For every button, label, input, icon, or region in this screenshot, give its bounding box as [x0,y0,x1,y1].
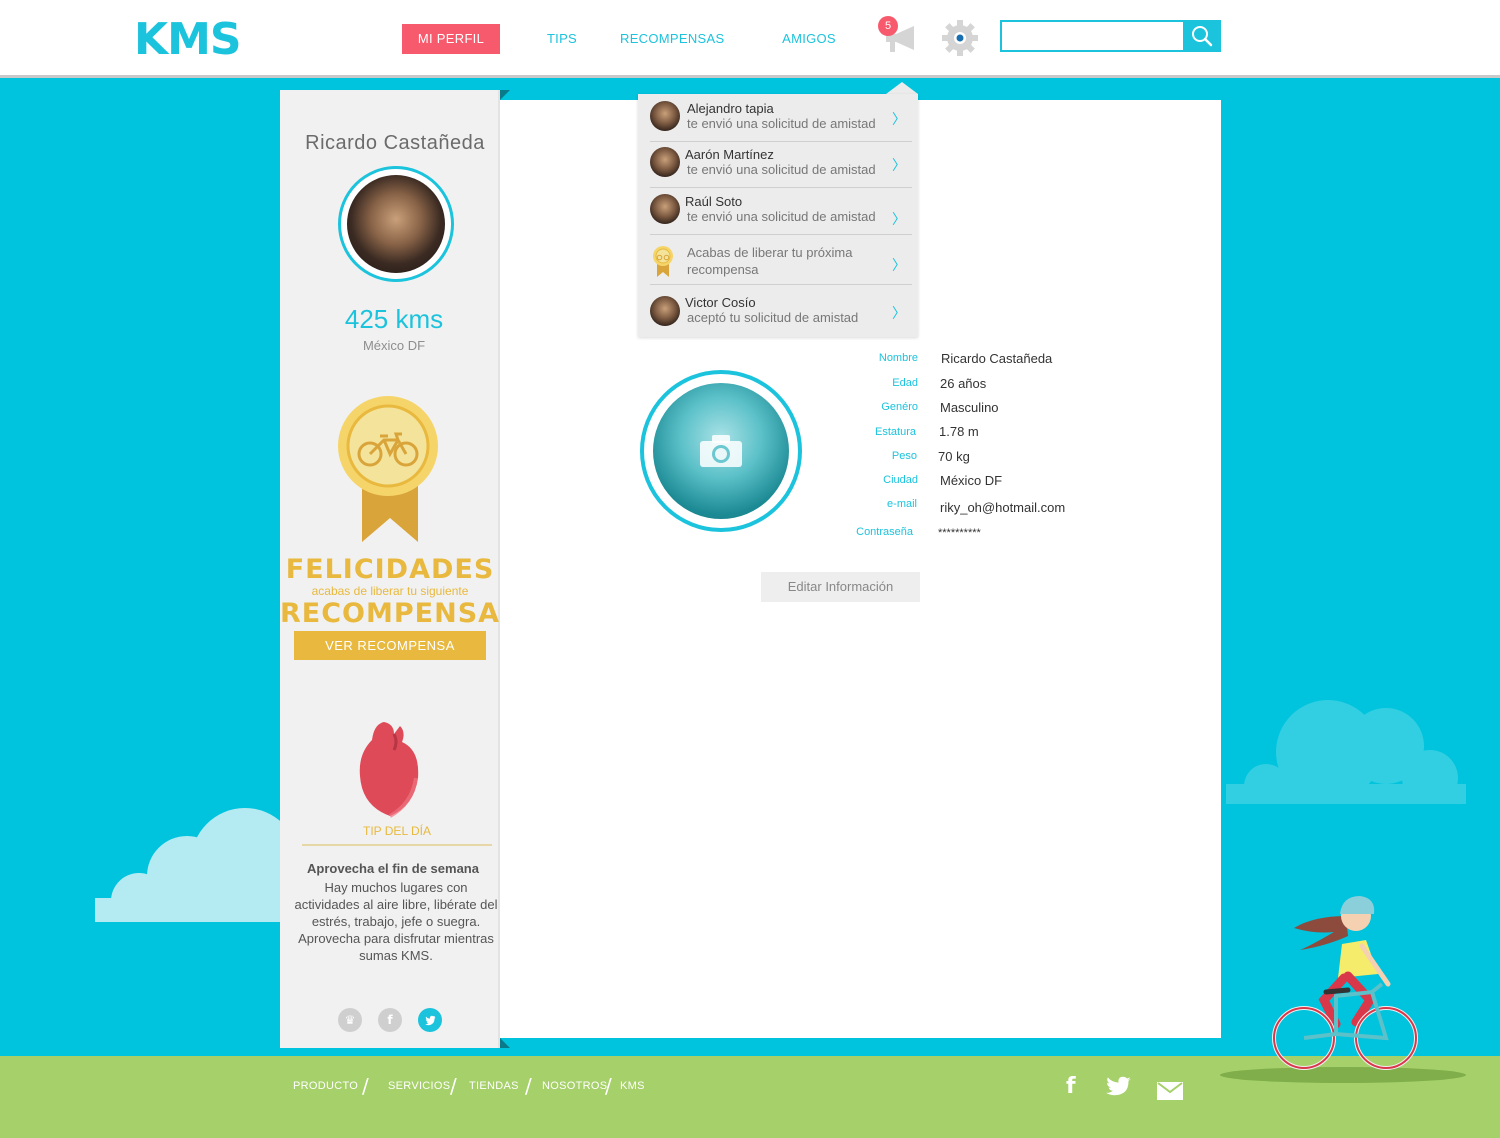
footer-link-nosotros[interactable]: NOSOTROS [542,1080,607,1092]
avatar[interactable] [347,175,445,273]
heart-icon [359,722,419,818]
label-ciudad: Ciudad [883,474,918,486]
notification-item[interactable]: Victor Cosío aceptó tu solicitud de amis… [650,288,912,336]
medal-icon [653,246,673,277]
top-header: KMS MI PERFIL TIPS RECOMPENSAS AMIGOS 5 [0,0,1500,78]
nav-tips[interactable]: TIPS [540,24,584,54]
value-ciudad: México DF [940,473,1003,488]
nav-amigos[interactable]: AMIGOS [778,24,840,54]
chevron-right-icon: 〉 [892,258,906,274]
kms-total: 425 kms [344,304,444,334]
camera-icon[interactable] [698,433,744,469]
reward-title: FELICIDADES [285,554,495,585]
label-genero: Genéro [881,401,918,413]
sidebar-fold-top [500,90,510,100]
notification-avatar [650,296,680,326]
chevron-right-icon: 〉 [892,212,906,228]
value-contrasena: ********** [938,527,981,539]
edit-info-button[interactable]: Editar Información [761,572,920,602]
notification-text: te envió una solicitud de amistad [687,209,876,224]
cloud-left [95,808,295,922]
notification-text: te envió una solicitud de amistad [687,162,876,177]
kms-logo[interactable]: KMS [134,14,242,65]
profile-photo[interactable] [653,383,789,519]
chevron-right-icon: 〉 [892,158,906,174]
profile-photo-ring [640,370,802,532]
label-nombre: Nombre [878,352,918,364]
mail-icon[interactable] [1157,1082,1183,1100]
cyclist-illustration [1272,896,1418,1070]
twitter-icon[interactable] [418,1008,442,1032]
footer-link-kms[interactable]: KMS [620,1080,645,1092]
label-contrasena: Contraseña [856,526,913,538]
label-email: e-mail [887,498,917,510]
footer-separator: / [450,1074,457,1098]
user-name: Ricardo Castañeda [305,132,485,154]
chevron-right-icon: 〉 [892,112,906,128]
ver-recompensa-button[interactable]: VER RECOMPENSA [294,631,486,660]
twitter-bird-icon [425,1015,436,1026]
value-peso: 70 kg [938,449,970,464]
notification-item[interactable]: Acabas de liberar tu próxima recompensa … [650,237,912,285]
crown-icon[interactable]: ♛ [338,1008,362,1032]
notification-name: Aarón Martínez [685,147,774,162]
facebook-icon[interactable]: f [1066,1074,1076,1099]
value-estatura: 1.78 m [939,424,979,439]
notification-avatar [650,147,680,177]
notification-name: Raúl Soto [685,194,743,209]
notification-text: te envió una solicitud de amistad [687,116,876,131]
notification-text: aceptó tu solicitud de amistad [687,310,859,325]
search-box [1000,20,1221,52]
value-genero: Masculino [940,400,999,415]
cloud-right [1226,700,1466,804]
avatar-ring [338,166,454,282]
search-icon [1192,26,1213,47]
footer-separator: / [605,1074,612,1098]
footer-separator: / [525,1074,532,1098]
reward-subtitle: acabas de liberar tu siguiente [311,584,469,598]
notification-avatar [650,194,680,224]
notification-name: Victor Cosío [685,295,756,310]
profile-sidebar: Ricardo Castañeda 425 kms México DF FELI… [280,90,500,1048]
medal-icon [338,396,438,542]
footer-link-producto[interactable]: PRODUCTO [293,1080,358,1092]
gear-icon[interactable] [940,18,980,58]
search-button[interactable] [1183,20,1221,52]
notification-count-badge: 5 [878,16,898,36]
notification-name: Alejandro tapia [687,101,774,116]
nav-mi-perfil[interactable]: MI PERFIL [402,24,500,54]
label-estatura: Estatura [875,426,916,438]
notification-avatar [650,101,680,131]
tip-label: TIP DEL DÍA [302,824,492,846]
value-email: riky_oh@hotmail.com [940,500,1066,515]
reward-title-2: RECOMPENSA [280,598,501,629]
value-nombre: Ricardo Castañeda [941,351,1053,366]
search-input[interactable] [1004,24,1182,48]
notifications-dropdown: Alejandro tapia te envió una solicitud d… [638,94,918,337]
notification-text: Acabas de liberar tu próxima recompensa [687,245,853,277]
tip-body: Hay muchos lugares con actividades al ai… [294,880,498,963]
notification-item[interactable]: Aarón Martínez te envió una solicitud de… [650,140,912,188]
chevron-right-icon: 〉 [892,306,906,322]
user-city: México DF [362,338,426,353]
notification-item[interactable]: Raúl Soto te envió una solicitud de amis… [650,187,912,235]
nav-recompensas[interactable]: RECOMPENSAS [620,24,724,54]
notifications-caret [886,82,918,94]
value-edad: 26 años [940,376,987,391]
sidebar-fold-bottom [500,1038,510,1048]
facebook-icon[interactable]: f [378,1008,402,1032]
footer-link-servicios[interactable]: SERVICIOS [388,1080,450,1092]
label-edad: Edad [892,377,918,389]
notification-item[interactable]: Alejandro tapia te envió una solicitud d… [650,94,912,142]
footer-separator: / [362,1074,369,1098]
label-peso: Peso [891,450,917,462]
twitter-icon[interactable] [1106,1076,1132,1098]
footer-link-tiendas[interactable]: TIENDAS [469,1080,519,1092]
tip-heading: Aprovecha el fin de semana [307,861,479,876]
